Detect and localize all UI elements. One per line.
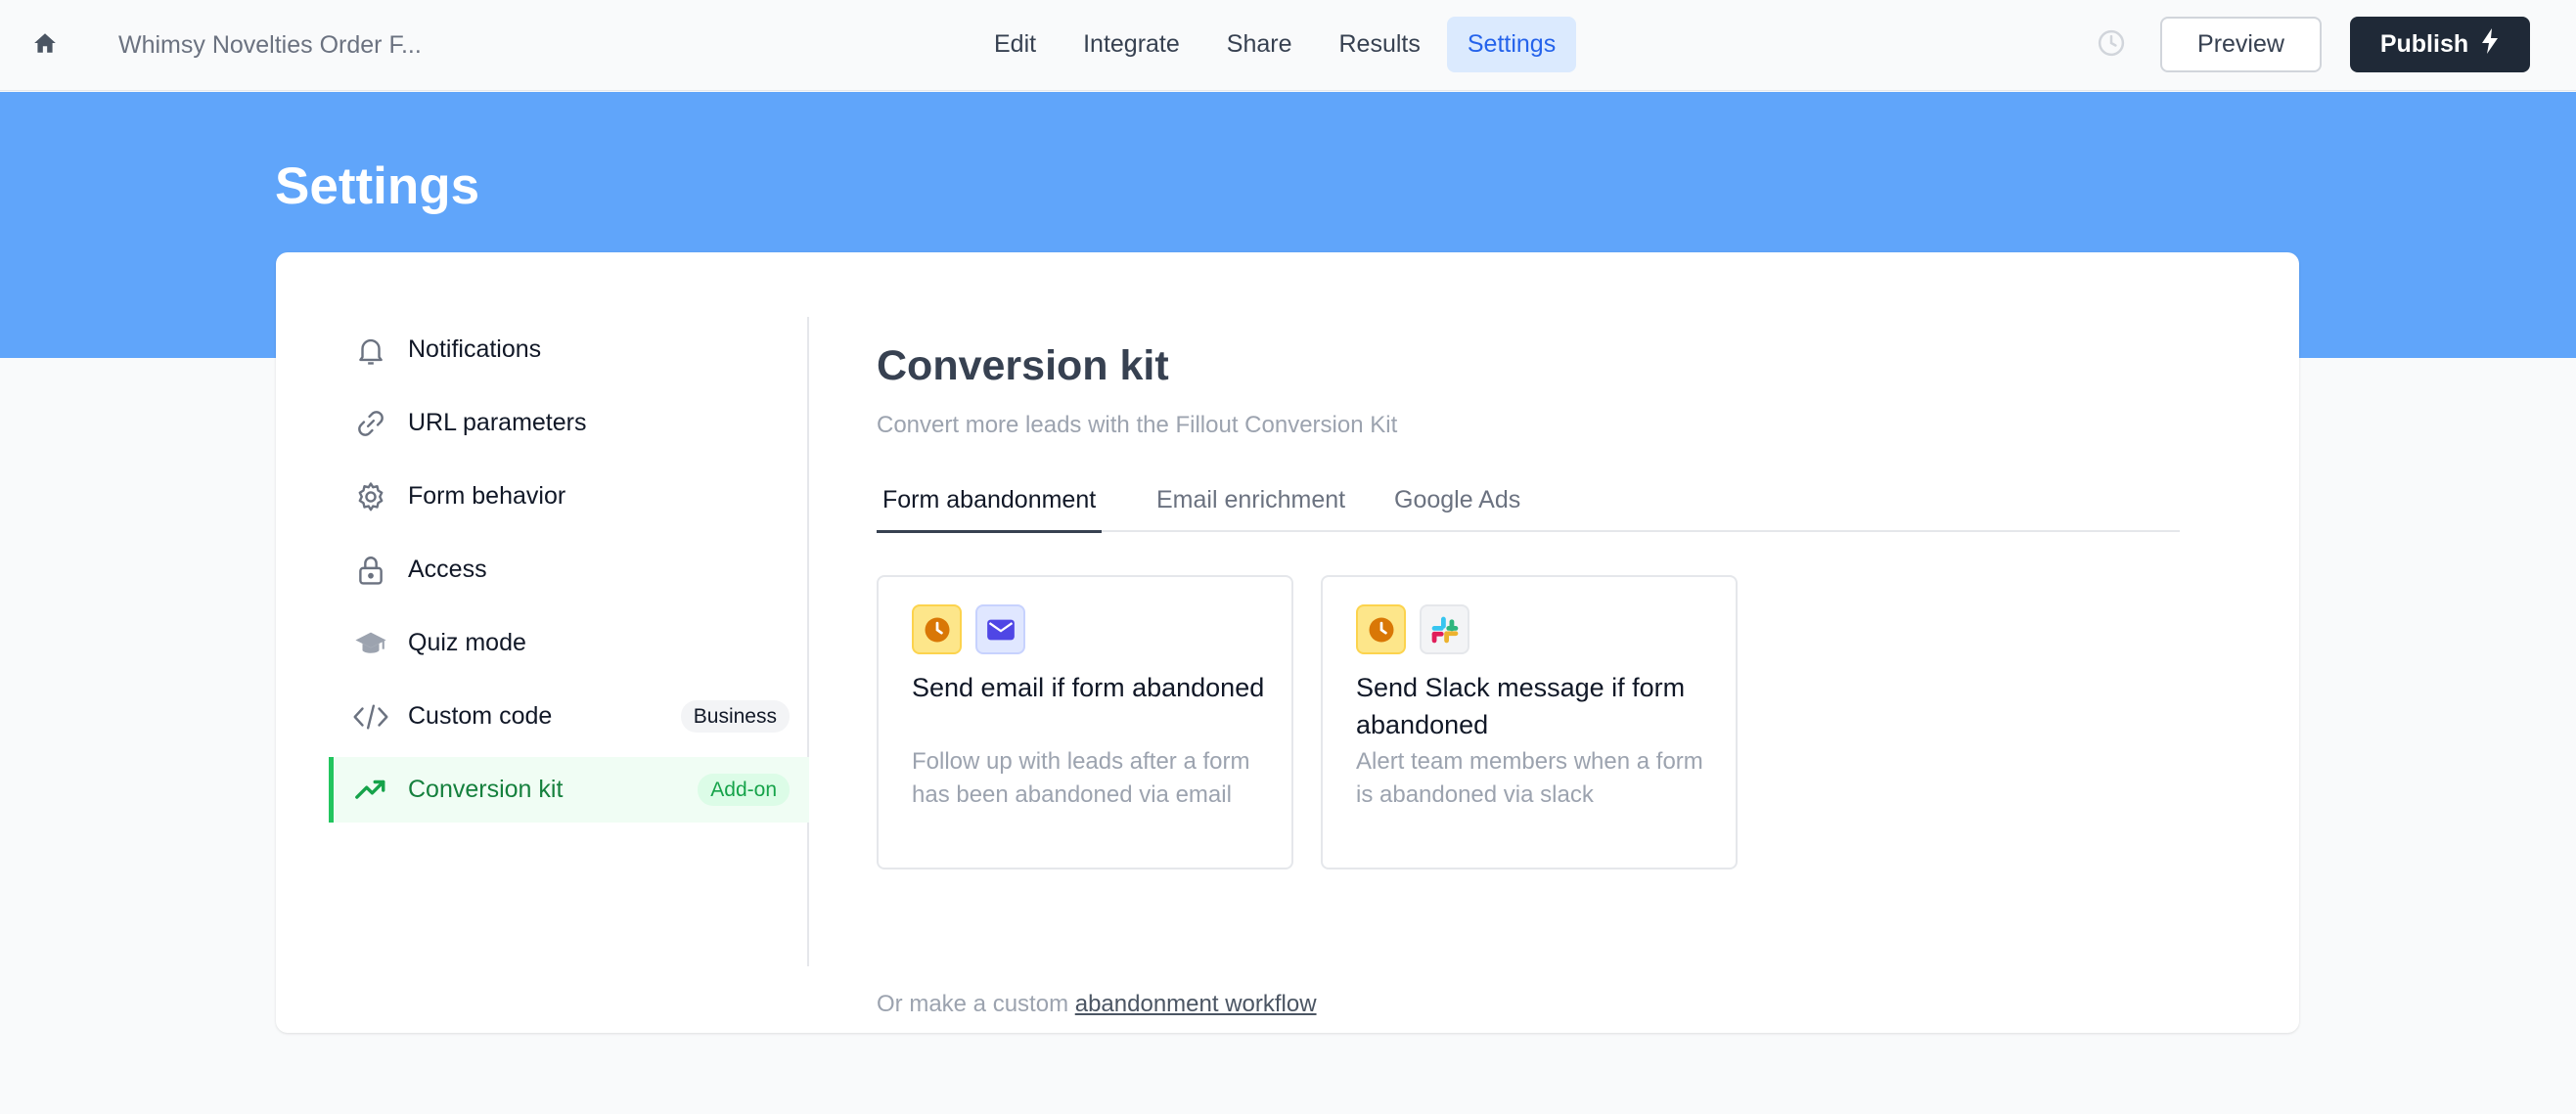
publish-label: Publish — [2379, 30, 2469, 58]
page-title: Settings — [275, 157, 480, 215]
sidebar-item-label: URL parameters — [408, 409, 587, 436]
trending-up-icon — [352, 772, 389, 809]
gear-icon — [352, 478, 389, 515]
send-slack-card[interactable]: Send Slack message if form abandoned Ale… — [1321, 575, 1738, 869]
lock-icon — [352, 552, 389, 589]
sidebar-item-label: Conversion kit — [408, 776, 564, 803]
settings-sidebar: Notifications URL parameters Form behavi… — [329, 317, 809, 966]
link-icon — [352, 405, 389, 442]
code-icon — [352, 698, 389, 735]
sidebar-item-label: Quiz mode — [408, 629, 526, 656]
form-title[interactable]: Whimsy Novelties Order F... — [118, 27, 422, 63]
clock-icon — [1356, 604, 1406, 654]
custom-workflow-prefix: Or make a custom — [877, 991, 1069, 1017]
card-description: Follow up with leads after a form has be… — [912, 748, 1250, 808]
tab-integrate[interactable]: Integrate — [1062, 17, 1200, 72]
sidebar-item-url-parameters[interactable]: URL parameters — [329, 390, 809, 456]
sidebar-item-quiz-mode[interactable]: Quiz mode — [329, 610, 809, 676]
sidebar-item-conversion-kit[interactable]: Conversion kit Add-on — [329, 757, 809, 823]
tab-edit[interactable]: Edit — [973, 17, 1057, 72]
card-title: Send Slack message if form abandoned — [1356, 673, 1686, 739]
main-nav: Edit Integrate Share Results Settings — [973, 17, 1577, 72]
settings-card: Notifications URL parameters Form behavi… — [276, 252, 2299, 1033]
send-email-card[interactable]: Send email if form abandoned Follow up w… — [877, 575, 1293, 869]
preview-button[interactable]: Preview — [2160, 17, 2322, 72]
history-clock-icon — [2097, 28, 2126, 63]
clock-icon — [912, 604, 962, 654]
lightning-icon — [2480, 28, 2500, 61]
conversion-kit-panel: Conversion kit Convert more leads with t… — [877, 342, 2180, 1017]
sidebar-item-access[interactable]: Access — [329, 537, 809, 602]
tab-settings[interactable]: Settings — [1446, 17, 1577, 72]
custom-workflow-note: Or make a custom abandonment workflow — [877, 991, 1317, 1018]
sidebar-item-label: Notifications — [408, 335, 542, 363]
card-description: Alert team members when a form is abando… — [1356, 748, 1703, 808]
tab-form-abandonment[interactable]: Form abandonment — [877, 485, 1103, 533]
bell-icon — [352, 332, 389, 369]
tab-google-ads[interactable]: Google Ads — [1388, 485, 1526, 532]
mail-icon — [975, 604, 1025, 654]
card-title: Send email if form abandoned — [912, 673, 1265, 702]
sidebar-item-form-behavior[interactable]: Form behavior — [329, 464, 809, 529]
history-button[interactable] — [2094, 27, 2129, 63]
section-title: Conversion kit — [877, 342, 1169, 389]
tab-email-enrichment[interactable]: Email enrichment — [1151, 485, 1351, 532]
tab-share[interactable]: Share — [1206, 17, 1313, 72]
tab-results[interactable]: Results — [1319, 17, 1441, 72]
business-badge: Business — [680, 700, 790, 733]
publish-button[interactable]: Publish — [2350, 17, 2530, 72]
conversion-tabs: Form abandonment Email enrichment Google… — [877, 485, 2180, 533]
sidebar-item-label: Custom code — [408, 702, 553, 730]
sidebar-item-label: Access — [408, 556, 487, 583]
abandonment-workflow-link[interactable]: abandonment workflow — [1075, 991, 1317, 1017]
add-on-badge: Add-on — [698, 774, 790, 806]
top-bar: Whimsy Novelties Order F... Edit Integra… — [0, 0, 2576, 91]
sidebar-item-label: Form behavior — [408, 482, 566, 510]
sidebar-item-custom-code[interactable]: Custom code Business — [329, 684, 809, 749]
slack-icon — [1420, 604, 1469, 654]
sidebar-item-notifications[interactable]: Notifications — [329, 317, 809, 382]
graduation-cap-icon — [352, 625, 389, 662]
home-icon — [32, 30, 58, 61]
section-subtitle: Convert more leads with the Fillout Conv… — [877, 412, 1398, 438]
home-button[interactable] — [27, 27, 63, 63]
